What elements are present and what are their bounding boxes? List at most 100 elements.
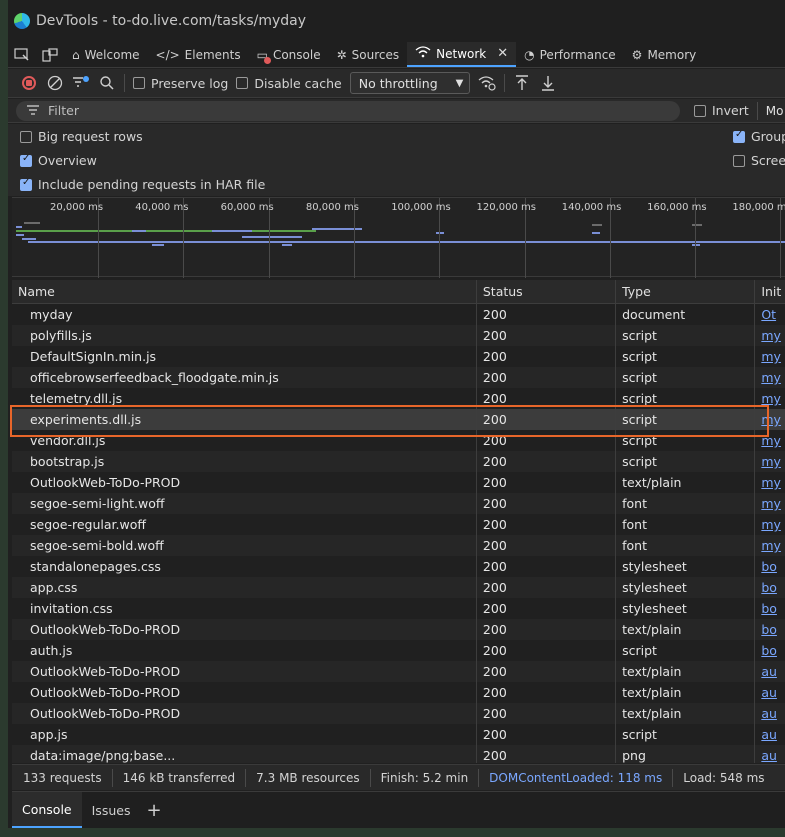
checkbox-box[interactable] bbox=[733, 154, 745, 167]
tab-label: Memory bbox=[647, 47, 697, 62]
request-initiator[interactable]: my bbox=[755, 514, 785, 535]
tab-sources[interactable]: ✲ Sources bbox=[329, 42, 408, 67]
overview-bar bbox=[132, 230, 146, 232]
request-initiator[interactable]: my bbox=[755, 472, 785, 493]
request-initiator[interactable]: Ot bbox=[755, 304, 785, 325]
tab-elements[interactable]: </> Elements bbox=[148, 42, 249, 67]
tab-network[interactable]: Network ✕ bbox=[407, 42, 517, 67]
request-initiator[interactable]: au bbox=[755, 682, 785, 703]
column-header-initiator[interactable]: Init bbox=[755, 280, 785, 303]
request-initiator[interactable]: my bbox=[755, 388, 785, 409]
request-initiator[interactable]: my bbox=[755, 367, 785, 388]
request-initiator[interactable]: my bbox=[755, 430, 785, 451]
request-name: experiments.dll.js bbox=[12, 409, 477, 430]
big-request-rows-checkbox[interactable]: Big request rows bbox=[20, 129, 143, 144]
tab-performance[interactable]: ◔ Performance bbox=[516, 42, 624, 67]
table-row[interactable]: auth.js 200 script bo bbox=[12, 640, 785, 661]
table-row[interactable]: myday 200 document Ot bbox=[12, 304, 785, 325]
table-row[interactable]: app.css 200 stylesheet bo bbox=[12, 577, 785, 598]
tab-label: Console bbox=[272, 47, 321, 62]
request-initiator[interactable]: my bbox=[755, 535, 785, 556]
filter-toggle-icon[interactable] bbox=[72, 74, 90, 92]
table-row[interactable]: invitation.css 200 stylesheet bo bbox=[12, 598, 785, 619]
table-row[interactable]: standalonepages.css 200 stylesheet bo bbox=[12, 556, 785, 577]
throttling-select[interactable]: No throttling ▼ bbox=[349, 72, 471, 94]
preserve-log-checkbox[interactable]: Preserve log bbox=[133, 76, 228, 91]
table-row[interactable]: segoe-semi-light.woff 200 font my bbox=[12, 493, 785, 514]
close-tab-icon[interactable]: ✕ bbox=[497, 46, 508, 61]
table-row[interactable]: app.js 200 script au bbox=[12, 724, 785, 745]
group-checkbox[interactable]: Group bbox=[733, 129, 785, 144]
drawer-tab-issues[interactable]: Issues bbox=[82, 792, 141, 828]
table-row[interactable]: vendor.dll.js 200 script my bbox=[12, 430, 785, 451]
record-button[interactable] bbox=[20, 74, 38, 92]
checkbox-box[interactable] bbox=[20, 130, 32, 143]
tab-memory[interactable]: ⚙ Memory bbox=[624, 42, 705, 67]
request-type: script bbox=[616, 640, 756, 661]
request-initiator[interactable]: bo bbox=[755, 619, 785, 640]
column-header-status[interactable]: Status bbox=[477, 280, 617, 303]
request-initiator[interactable]: bo bbox=[755, 640, 785, 661]
request-initiator[interactable]: my bbox=[755, 346, 785, 367]
request-type: font bbox=[616, 535, 756, 556]
inspect-element-icon[interactable] bbox=[8, 42, 36, 67]
table-row[interactable]: data:image/png;base... 200 png au bbox=[12, 745, 785, 763]
request-initiator[interactable]: au bbox=[755, 703, 785, 724]
network-conditions-icon[interactable] bbox=[478, 74, 496, 92]
checkbox-box[interactable] bbox=[694, 104, 706, 117]
search-icon[interactable] bbox=[98, 74, 116, 92]
request-initiator[interactable]: bo bbox=[755, 556, 785, 577]
table-row[interactable]: bootstrap.js 200 script my bbox=[12, 451, 785, 472]
request-initiator[interactable]: au bbox=[755, 745, 785, 763]
column-header-name[interactable]: Name bbox=[12, 280, 477, 303]
table-row[interactable]: polyfills.js 200 script my bbox=[12, 325, 785, 346]
drawer-tab-console[interactable]: Console bbox=[12, 792, 82, 828]
include-pending-label: Include pending requests in HAR file bbox=[38, 177, 266, 192]
tab-console[interactable]: ▭ Console bbox=[249, 42, 329, 67]
request-initiator[interactable]: my bbox=[755, 325, 785, 346]
toolbar-divider bbox=[504, 74, 506, 92]
more-filters-button[interactable]: Mo bbox=[766, 104, 784, 118]
table-row[interactable]: OutlookWeb-ToDo-PROD 200 text/plain au bbox=[12, 703, 785, 724]
clear-button[interactable] bbox=[46, 74, 64, 92]
table-row[interactable]: OutlookWeb-ToDo-PROD 200 text/plain bo bbox=[12, 619, 785, 640]
tab-welcome[interactable]: ⌂ Welcome bbox=[64, 42, 148, 67]
request-type: script bbox=[616, 388, 756, 409]
table-row[interactable]: segoe-regular.woff 200 font my bbox=[12, 514, 785, 535]
invert-checkbox[interactable]: Invert bbox=[694, 103, 749, 118]
request-initiator[interactable]: au bbox=[755, 724, 785, 745]
table-row[interactable]: OutlookWeb-ToDo-PROD 200 text/plain au bbox=[12, 661, 785, 682]
checkbox-box[interactable] bbox=[20, 153, 32, 167]
network-overview[interactable]: 20,000 ms 40,000 ms 60,000 ms 80,000 ms 100,… bbox=[12, 197, 785, 278]
table-row[interactable]: segoe-semi-bold.woff 200 font my bbox=[12, 535, 785, 556]
checkbox-box[interactable] bbox=[733, 129, 745, 143]
checkbox-box[interactable] bbox=[133, 77, 145, 89]
request-initiator[interactable]: my bbox=[755, 493, 785, 514]
checkbox-box[interactable] bbox=[20, 177, 32, 191]
device-emulation-icon[interactable] bbox=[36, 42, 64, 67]
filter-input[interactable]: Filter bbox=[16, 100, 680, 121]
tab-label: Sources bbox=[351, 47, 400, 62]
request-initiator[interactable]: au bbox=[755, 661, 785, 682]
column-header-type[interactable]: Type bbox=[616, 280, 756, 303]
table-row[interactable]: OutlookWeb-ToDo-PROD 200 text/plain au bbox=[12, 682, 785, 703]
table-row[interactable]: OutlookWeb-ToDo-PROD 200 text/plain my bbox=[12, 472, 785, 493]
export-har-icon[interactable] bbox=[539, 74, 557, 92]
request-name: officebrowserfeedback_floodgate.min.js bbox=[12, 367, 477, 388]
request-initiator[interactable]: my bbox=[755, 409, 785, 430]
table-row[interactable]: officebrowserfeedback_floodgate.min.js 20… bbox=[12, 367, 785, 388]
request-initiator[interactable]: bo bbox=[755, 598, 785, 619]
request-name: app.css bbox=[12, 577, 477, 598]
table-row[interactable]: experiments.dll.js 200 script my bbox=[12, 409, 785, 430]
request-initiator[interactable]: bo bbox=[755, 577, 785, 598]
screenshots-checkbox[interactable]: Screen bbox=[733, 153, 785, 168]
add-drawer-tab-button[interactable]: + bbox=[140, 792, 167, 828]
request-initiator[interactable]: my bbox=[755, 451, 785, 472]
import-har-icon[interactable] bbox=[513, 74, 531, 92]
overview-checkbox[interactable]: Overview bbox=[20, 153, 97, 168]
disable-cache-checkbox[interactable]: Disable cache bbox=[236, 76, 342, 91]
table-row[interactable]: telemetry.dll.js 200 script my bbox=[12, 388, 785, 409]
table-row[interactable]: DefaultSignIn.min.js 200 script my bbox=[12, 346, 785, 367]
include-pending-checkbox[interactable]: Include pending requests in HAR file bbox=[20, 177, 265, 192]
checkbox-box[interactable] bbox=[236, 77, 249, 89]
